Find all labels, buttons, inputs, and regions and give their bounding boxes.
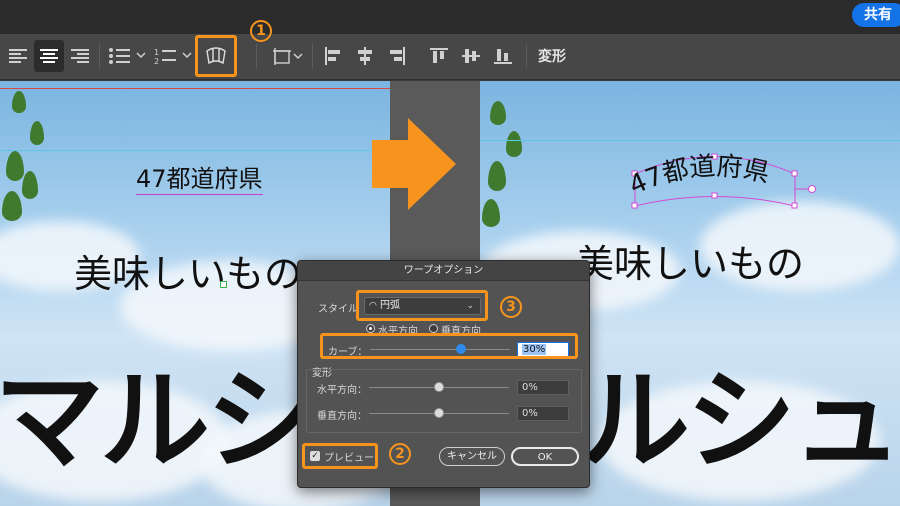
guide-line (480, 140, 900, 141)
align-right-edges-button[interactable] (384, 40, 410, 72)
leaf (488, 161, 506, 191)
arrow-right-icon (372, 118, 456, 210)
prefecture-text-after-path: 47都道府県 (628, 152, 773, 202)
prefecture-text-before[interactable]: 47都道府県 (136, 159, 263, 195)
toolbar-separator (256, 44, 257, 68)
marche-text-after[interactable]: ルシュ (580, 331, 900, 491)
style-select-highlight (356, 290, 488, 321)
step-3-badge: 3 (500, 296, 522, 318)
transform-link[interactable]: 変形 (538, 46, 566, 66)
dialog-title: ワープオプション (298, 261, 589, 281)
toolbar-separator (99, 44, 100, 68)
align-vertical-centers-icon (462, 49, 480, 63)
numbered-list-button[interactable]: 12 (152, 40, 194, 72)
align-right-icon (71, 49, 89, 63)
ok-button[interactable]: OK (511, 447, 579, 466)
step-2-badge: 2 (389, 443, 411, 465)
bend-row-highlight (320, 333, 578, 359)
align-bottom-edges-icon (494, 49, 512, 64)
properties-toolbar: 12 変形 (0, 34, 900, 80)
svg-text:1: 1 (154, 48, 159, 57)
leaf (482, 199, 500, 227)
bullet-list-button[interactable] (106, 40, 148, 72)
align-horizontal-centers-icon (358, 47, 372, 65)
guide-line (0, 150, 390, 151)
h-distort-value-field[interactable]: 0% (517, 380, 569, 395)
shape-transform-icon (273, 48, 303, 65)
leaf (490, 101, 506, 125)
align-right-button[interactable] (66, 40, 94, 72)
align-center-icon (40, 49, 58, 63)
warp-options-dialog: ワープオプション スタイル ◠ 円弧 ⌄ 水平方向 垂直方向 カーブ： 30% … (297, 260, 590, 488)
transform-box-button[interactable] (270, 40, 304, 72)
h-distort-slider-knob[interactable] (434, 382, 444, 392)
toolbar-separator (312, 44, 313, 68)
leaf (6, 151, 24, 181)
step-1-badge: 1 (250, 20, 272, 42)
align-left-button[interactable] (4, 40, 32, 72)
align-vertical-centers-button[interactable] (458, 40, 484, 72)
leaf (12, 91, 26, 113)
svg-text:2: 2 (154, 57, 159, 65)
style-label: スタイル (318, 304, 358, 315)
warp-button-highlight (195, 35, 237, 77)
toolbar-separator (526, 44, 527, 68)
cancel-button[interactable]: キャンセル (439, 447, 505, 466)
numbered-list-icon: 12 (154, 48, 192, 65)
app-title-bar: 共有 (0, 0, 900, 34)
prefecture-text-after: 47都道府県 (628, 152, 773, 202)
align-right-edges-icon (390, 47, 405, 65)
align-center-button[interactable] (34, 40, 64, 72)
align-horizontal-centers-button[interactable] (352, 40, 378, 72)
align-bottom-edges-button[interactable] (490, 40, 516, 72)
leaf (30, 121, 44, 145)
align-left-edges-icon (325, 47, 340, 65)
bullet-list-icon (109, 48, 146, 64)
distortion-group: 水平方向： 0% 垂直方向： 0% (306, 369, 582, 433)
delicious-text-before[interactable]: 美味しいもの (74, 243, 302, 298)
marche-text-before[interactable]: マルシ (0, 331, 316, 491)
align-left-edges-button[interactable] (320, 40, 346, 72)
vertical-radio[interactable] (429, 324, 438, 333)
align-top-edges-icon (430, 48, 448, 63)
delicious-text-after[interactable]: 美味しいもの (576, 233, 804, 288)
anchor-point (220, 281, 227, 288)
leaf (506, 131, 522, 157)
align-left-icon (9, 49, 27, 63)
leaf (22, 171, 38, 199)
v-distort-label: 垂直方向： (317, 411, 367, 422)
share-button[interactable]: 共有 (852, 3, 900, 27)
preview-highlight (302, 443, 378, 469)
v-distort-slider-knob[interactable] (434, 408, 444, 418)
v-distort-value-field[interactable]: 0% (517, 406, 569, 421)
align-top-edges-button[interactable] (426, 40, 452, 72)
guide-line (0, 88, 390, 89)
horizontal-radio[interactable] (366, 324, 375, 333)
h-distort-label: 水平方向： (317, 385, 367, 396)
leaf (2, 191, 22, 221)
